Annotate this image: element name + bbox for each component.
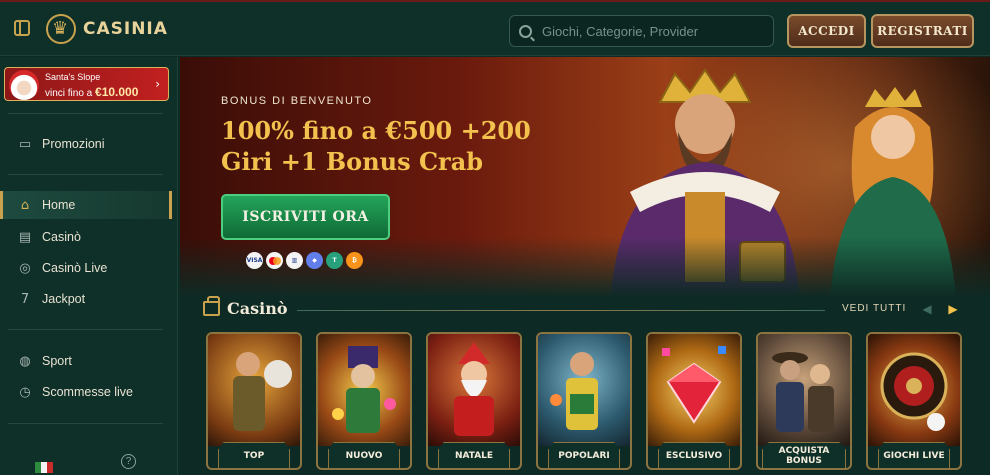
santa-icon <box>9 70 39 100</box>
card-label: POPOLARI <box>548 442 620 468</box>
brand-logo[interactable]: CASINIA <box>46 12 168 46</box>
sidebar-divider <box>8 329 163 330</box>
category-card-top[interactable]: TOP <box>206 332 302 470</box>
card-art <box>538 334 630 446</box>
search-input[interactable] <box>542 23 752 39</box>
search-icon <box>519 24 532 38</box>
help-icon[interactable]: ? <box>121 454 136 469</box>
sidebar-item-label: Jackpot <box>42 292 86 306</box>
crown-logo-icon <box>46 14 76 44</box>
card-label: NATALE <box>438 442 510 468</box>
sidebar-item-label: Casinò Live <box>42 261 108 275</box>
sidebar-item-label: Scommesse live <box>42 385 133 399</box>
card-art <box>868 334 960 446</box>
promo-title: Santa's Slope <box>45 72 101 82</box>
ruby-gem-illustration <box>662 346 726 424</box>
sport-icon: ◍ <box>19 353 31 369</box>
sidebar-item-casino-live[interactable]: ◎ Casinò Live <box>0 254 172 282</box>
card-art <box>208 334 300 446</box>
category-card-nuovo[interactable]: NUOVO <box>316 332 412 470</box>
sidebar-item-jackpot[interactable]: 7 Jackpot <box>0 285 172 313</box>
card-label: TOP <box>218 442 290 468</box>
sidebar-item-sport[interactable]: ◍ Sport <box>0 347 172 375</box>
promotions-icon: ▭ <box>18 136 32 152</box>
promo-subtitle: vinci fino a €10.000 <box>45 85 138 99</box>
brand-name: CASINIA <box>83 19 168 39</box>
card-label: ACQUISTA BONUS <box>762 442 846 468</box>
sidebar-item-label: Casinò <box>42 230 81 244</box>
card-label-line2: BONUS <box>786 455 822 466</box>
card-art <box>758 334 850 446</box>
payment-methods: VISA ▥ ◆ T ₿ <box>246 252 363 269</box>
card-label: NUOVO <box>328 442 400 468</box>
promo-banner[interactable]: Santa's Slope vinci fino a €10.000 › <box>4 67 169 101</box>
login-button[interactable]: ACCEDI <box>787 14 866 48</box>
home-icon: ⌂ <box>20 197 30 213</box>
chevron-right-icon: › <box>155 77 160 91</box>
live-bets-icon: ◷ <box>19 384 31 400</box>
card-label-line1: ACQUISTA <box>778 445 830 456</box>
tether-icon: T <box>326 252 343 269</box>
category-card-giochi-live[interactable]: GIOCHI LIVE <box>866 332 962 470</box>
mastercard-icon <box>266 252 283 269</box>
casino-live-icon: ◎ <box>19 260 31 276</box>
sidebar-item-promozioni[interactable]: ▭ Promozioni <box>0 130 172 158</box>
section-divider <box>297 310 825 311</box>
visa-icon: VISA <box>246 252 263 269</box>
search-bar[interactable] <box>509 15 774 47</box>
sidebar-divider <box>8 113 163 114</box>
card-label: ESCLUSIVO <box>658 442 730 468</box>
ethereum-icon: ◆ <box>306 252 323 269</box>
santa-illustration <box>454 342 494 436</box>
hero-title-line2: Giri +1 Bonus Crab <box>221 147 484 176</box>
roulette-illustration <box>880 352 948 431</box>
top-header: CASINIA ACCEDI REGISTRATI <box>0 0 990 56</box>
explorer-illustration <box>233 352 292 431</box>
card-label: GIOCHI LIVE <box>878 442 950 468</box>
card-art <box>318 334 410 446</box>
sidebar-item-label: Home <box>42 198 76 212</box>
casino-icon: ▤ <box>18 229 32 245</box>
category-card-popolari[interactable]: POPOLARI <box>536 332 632 470</box>
category-card-natale[interactable]: NATALE <box>426 332 522 470</box>
sidebar-item-casino[interactable]: ▤ Casinò <box>0 223 172 251</box>
category-card-esclusivo[interactable]: ESCLUSIVO <box>646 332 742 470</box>
sidebar-toggle-icon[interactable] <box>14 20 30 36</box>
hero-banner: BONUS DI BENVENUTO 100% fino a €500 +200… <box>180 57 990 297</box>
card-art <box>648 334 740 446</box>
hero-title-line1: 100% fino a €500 +200 <box>221 116 531 145</box>
bitcoin-icon: ₿ <box>346 252 363 269</box>
bandits-illustration <box>772 352 834 432</box>
sidebar-item-label: Promozioni <box>42 137 105 151</box>
sidebar-item-scommesse-live[interactable]: ◷ Scommesse live <box>0 378 172 406</box>
fisherman-illustration <box>550 352 598 430</box>
category-card-acquista-bonus[interactable]: ACQUISTA BONUS <box>756 332 852 470</box>
view-all-link[interactable]: VEDI TUTTI <box>842 303 906 314</box>
magician-illustration <box>332 346 396 433</box>
carousel-prev-icon[interactable]: ◀ <box>920 302 934 316</box>
promo-subtitle-prefix: vinci fino a <box>45 88 93 99</box>
hero-kicker: BONUS DI BENVENUTO <box>221 95 373 107</box>
casino-section-icon <box>203 296 220 316</box>
promo-amount: €10.000 <box>95 85 139 99</box>
sidebar: Santa's Slope vinci fino a €10.000 › ▭ P… <box>0 57 178 475</box>
bank-icon: ▥ <box>286 252 303 269</box>
register-button[interactable]: REGISTRATI <box>871 14 974 48</box>
italian-flag-icon[interactable] <box>35 462 53 473</box>
sidebar-divider <box>8 174 163 175</box>
jackpot-icon: 7 <box>20 291 30 307</box>
signup-cta-button[interactable]: ISCRIVITI ORA <box>221 194 390 240</box>
carousel-next-icon[interactable]: ▶ <box>946 302 960 316</box>
card-art <box>428 334 520 446</box>
sidebar-divider <box>8 423 163 424</box>
hero-title: 100% fino a €500 +200 Giri +1 Bonus Crab <box>221 115 551 177</box>
sidebar-item-label: Sport <box>42 354 72 368</box>
section-title: Casinò <box>227 299 288 318</box>
sidebar-item-home[interactable]: ⌂ Home <box>0 191 172 219</box>
